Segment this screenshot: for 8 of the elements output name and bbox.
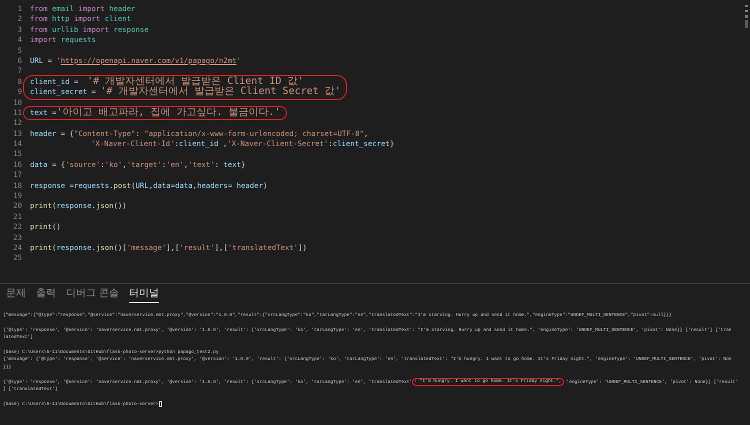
panel-tab[interactable]: 출력 bbox=[36, 288, 56, 303]
minimap-drawing bbox=[745, 5, 749, 29]
panel-tab[interactable]: 터미널 bbox=[128, 288, 159, 303]
panel-tab[interactable]: 디버그 콘솔 bbox=[66, 288, 119, 303]
code-token: '아이고 배고파라, 집에 가고싶다. 불금이다.' bbox=[56, 108, 281, 118]
code-token: '# 개발자센터에서 발급받은 Client Secret 값' bbox=[100, 87, 341, 98]
code-token: '# 개발자센터에서 발급받은 Client ID 값' bbox=[87, 76, 304, 87]
panel-tab[interactable]: 문제 bbox=[6, 288, 26, 303]
